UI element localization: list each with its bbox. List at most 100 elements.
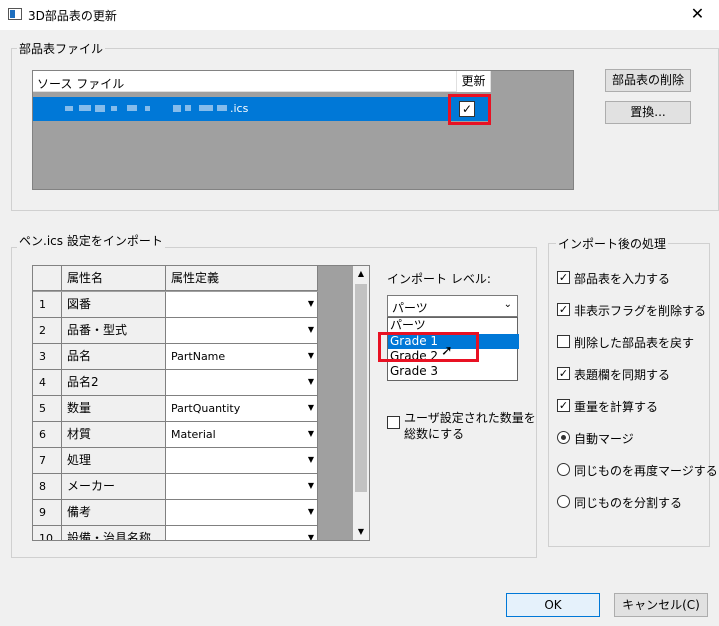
redacted-text [111, 106, 117, 111]
grid-cell-attr-name[interactable]: 品名 [62, 344, 166, 370]
grid-row-number[interactable]: 2 [33, 318, 62, 344]
ok-button[interactable]: OK [506, 593, 600, 617]
grid-row-number[interactable]: 9 [33, 500, 62, 526]
column-header-source-file[interactable]: ソース ファイル [37, 75, 124, 92]
grid-corner [33, 266, 62, 291]
scroll-up-icon[interactable]: ▲ [355, 268, 367, 280]
mouse-cursor-icon: ➚ [441, 343, 453, 359]
grid-row-number[interactable]: 1 [33, 292, 62, 318]
replace-button[interactable]: 置換... [605, 101, 691, 124]
dropdown-option-parts[interactable]: パーツ [388, 318, 519, 333]
post-import-checkbox-label: 非表示フラグを削除する [574, 304, 707, 318]
grid-header-attr-def[interactable]: 属性定義 [166, 266, 318, 291]
redacted-text [65, 106, 73, 111]
grid-cell-attr-def[interactable]: ▼ [166, 318, 318, 344]
merge-option-label: 自動マージ [574, 432, 634, 446]
redacted-text [199, 105, 213, 111]
highlight-box [378, 332, 479, 362]
grid-header-attr-name[interactable]: 属性名 [62, 266, 166, 291]
grid-cell-attr-def[interactable]: PartName ▼ [166, 344, 318, 370]
dropdown-arrow-icon[interactable]: ▼ [306, 403, 316, 413]
chevron-down-icon: ⌄ [503, 299, 512, 310]
dropdown-arrow-icon[interactable]: ▼ [306, 325, 316, 335]
window-title: 3D部品表の更新 [28, 9, 117, 23]
grid-cell-attr-name[interactable]: 処理 [62, 448, 166, 474]
grid-cell-attr-name[interactable]: 材質 [62, 422, 166, 448]
post-import-checkbox-label: 重量を計算する [574, 400, 659, 414]
post-import-checkbox-label: 表題欄を同期する [574, 368, 671, 382]
redacted-text [185, 105, 191, 111]
grid-row-number[interactable]: 4 [33, 370, 62, 396]
dropdown-arrow-icon[interactable]: ▼ [306, 429, 316, 439]
merge-option-radio[interactable] [557, 463, 570, 476]
grid-row-number[interactable]: 7 [33, 448, 62, 474]
grid-cell-attr-def[interactable]: ▼ [166, 292, 318, 318]
attr-def-value: Material [171, 428, 216, 441]
user-quantity-label-line2: 総数にする [404, 427, 465, 441]
scroll-down-icon[interactable]: ▼ [355, 526, 367, 538]
column-header-update[interactable]: 更新 [456, 71, 491, 92]
grid-cell-attr-def[interactable]: ▼ [166, 500, 318, 526]
update-checkbox[interactable]: ✓ [459, 101, 475, 117]
redacted-text [95, 105, 105, 112]
post-import-checkbox-label: 部品表を入力する [574, 272, 671, 286]
grid-cell-attr-name[interactable]: メーカー [62, 474, 166, 500]
scroll-thumb[interactable] [355, 284, 367, 492]
grid-cell-attr-name[interactable]: 図番 [62, 292, 166, 318]
merge-option-radio[interactable] [557, 495, 570, 508]
grid-cell-attr-name[interactable]: 備考 [62, 500, 166, 526]
attribute-grid[interactable]: 属性名 属性定義 1 図番 ▼ 2 品番・型式 ▼ 3 品名 PartName ▼ 4 品名2 ▼ 5 数量… [32, 265, 370, 541]
grid-cell-attr-name[interactable]: 設備・治具名称 [62, 526, 166, 540]
grid-row-number[interactable]: 10 [33, 526, 62, 540]
grid-row-number[interactable]: 5 [33, 396, 62, 422]
merge-option-radio[interactable] [557, 431, 570, 444]
cancel-button[interactable]: キャンセル(C) [614, 593, 708, 617]
post-import-checkbox[interactable]: ✓ [557, 271, 570, 284]
redacted-text [173, 105, 181, 112]
post-import-checkbox[interactable]: ✓ [557, 399, 570, 412]
grid-cell-attr-def[interactable]: Material ▼ [166, 422, 318, 448]
post-import-checkbox[interactable]: ✓ [557, 367, 570, 380]
radio-selected-dot [561, 435, 566, 440]
grid-row-number[interactable]: 8 [33, 474, 62, 500]
grid-cell-attr-def[interactable]: ▼ [166, 526, 318, 540]
grid-cell-attr-name[interactable]: 品番・型式 [62, 318, 166, 344]
merge-option-label: 同じものを分割する [574, 496, 683, 510]
import-settings-group-label: ペン.ics 設定をインポート [17, 232, 165, 249]
redacted-text [79, 105, 91, 111]
dropdown-option-grade3[interactable]: Grade 3 [388, 364, 519, 379]
post-import-checkbox[interactable] [557, 335, 570, 348]
grid-row-number[interactable]: 6 [33, 422, 62, 448]
grid-row-number[interactable]: 3 [33, 344, 62, 370]
dropdown-arrow-icon[interactable]: ▼ [306, 377, 316, 387]
redacted-text [145, 106, 150, 111]
bom-file-group-label: 部品表ファイル [17, 40, 106, 57]
merge-option-label: 同じものを再度マージする [574, 464, 718, 478]
dropdown-arrow-icon[interactable]: ▼ [306, 351, 316, 361]
dropdown-arrow-icon[interactable]: ▼ [306, 533, 316, 540]
post-import-checkbox-label: 削除した部品表を戻す [574, 336, 695, 350]
close-button[interactable]: ✕ [676, 0, 719, 30]
post-import-checkbox[interactable]: ✓ [557, 303, 570, 316]
dropdown-arrow-icon[interactable]: ▼ [306, 507, 316, 517]
import-level-label: インポート レベル: [387, 272, 491, 286]
import-level-value: パーツ [392, 301, 428, 315]
import-level-combo[interactable]: パーツ ⌄ [387, 295, 518, 317]
grid-cell-attr-def[interactable]: PartQuantity ▼ [166, 396, 318, 422]
list-row-selected[interactable] [33, 97, 489, 121]
grid-cell-attr-def[interactable]: ▼ [166, 370, 318, 396]
dropdown-arrow-icon[interactable]: ▼ [306, 481, 316, 491]
user-quantity-checkbox[interactable] [387, 416, 400, 429]
attr-def-value: PartName [171, 350, 226, 363]
app-icon [8, 8, 22, 20]
delete-bom-button[interactable]: 部品表の削除 [605, 69, 691, 92]
redacted-text [127, 105, 137, 111]
attr-def-value: PartQuantity [171, 402, 241, 415]
dropdown-arrow-icon[interactable]: ▼ [306, 299, 316, 309]
grid-cell-attr-def[interactable]: ▼ [166, 448, 318, 474]
redacted-text [217, 105, 227, 111]
dropdown-arrow-icon[interactable]: ▼ [306, 455, 316, 465]
grid-cell-attr-name[interactable]: 品名2 [62, 370, 166, 396]
grid-cell-attr-name[interactable]: 数量 [62, 396, 166, 422]
grid-cell-attr-def[interactable]: ▼ [166, 474, 318, 500]
